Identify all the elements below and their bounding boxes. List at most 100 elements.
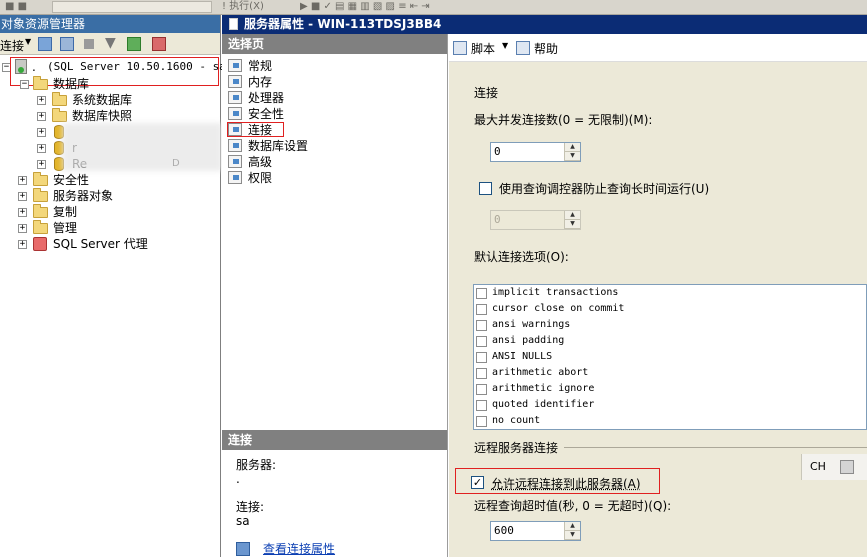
tree-label: 数据库	[53, 77, 90, 91]
option-label: ansi padding	[492, 335, 565, 346]
expand-icon[interactable]: +	[18, 224, 27, 233]
page-item[interactable]: 内存	[228, 74, 272, 90]
expand-icon[interactable]: +	[37, 112, 46, 121]
sql-agent-icon	[33, 237, 47, 251]
default-connection-options-list[interactable]: implicit transactions cursor close on com…	[473, 284, 867, 430]
select-page-pane: 选择页 常规 内存 处理器 安全性 连接 数据库设置 高级 权限 连接 服务器: . 连接: …	[222, 34, 448, 557]
help-icon[interactable]	[516, 41, 530, 55]
option-checkbox[interactable]	[476, 304, 487, 315]
view-connection-properties-link[interactable]: 查看连接属性	[263, 542, 335, 556]
language-bar: CH	[801, 454, 867, 480]
server-properties-title: 服务器属性 - WIN-113TDSJ3BB4	[222, 15, 867, 34]
page-item-label: 安全性	[248, 107, 285, 121]
tree-label: 服务器对象	[53, 189, 114, 203]
option-checkbox[interactable]	[476, 288, 487, 299]
expand-icon[interactable]: +	[37, 96, 46, 105]
connections-section-title: 连接	[474, 86, 499, 100]
expand-icon[interactable]: +	[18, 192, 27, 201]
server-label: 服务器:	[236, 458, 277, 472]
remote-timeout-spinner[interactable]: 600 ▲ ▼	[490, 521, 581, 541]
query-governor-spinner[interactable]: 0 ▲ ▼	[490, 210, 581, 230]
page-item[interactable]: 高级	[228, 154, 272, 170]
spin-down-icon[interactable]: ▼	[565, 152, 580, 161]
option-checkbox[interactable]	[476, 368, 487, 379]
option-label: quoted identifier	[492, 399, 595, 410]
activity-monitor-icon[interactable]	[152, 37, 166, 51]
server-value: .	[236, 472, 240, 486]
page-item-label: 常规	[248, 59, 273, 73]
property-page-icon	[228, 75, 242, 88]
page-item[interactable]: 处理器	[228, 90, 284, 106]
option-checkbox[interactable]	[476, 336, 487, 347]
connect-button[interactable]: 连接	[0, 37, 24, 54]
spinner-value: 0	[494, 213, 501, 226]
allow-remote-highlight	[455, 468, 660, 494]
option-checkbox[interactable]	[476, 352, 487, 363]
page-item[interactable]: 数据库设置	[228, 138, 308, 154]
folder-icon	[33, 188, 48, 202]
query-governor-checkbox[interactable]	[479, 182, 492, 195]
connect-dropdown-icon[interactable]: ▼	[25, 37, 31, 46]
connection-value: sa	[236, 514, 250, 528]
max-connections-label: 最大并发连接数(0 = 无限制)(M):	[474, 113, 653, 127]
tree-label: 复制	[53, 205, 78, 219]
page-item-label: 权限	[248, 171, 273, 185]
language-indicator[interactable]: CH	[810, 460, 826, 473]
section-divider	[564, 447, 867, 448]
server-properties-title-text: 服务器属性 - WIN-113TDSJ3BB4	[244, 17, 442, 31]
option-label: no count	[492, 415, 541, 426]
spin-down-icon[interactable]: ▼	[565, 531, 580, 540]
connection-label: 连接:	[236, 500, 265, 514]
option-checkbox[interactable]	[476, 384, 487, 395]
expand-icon[interactable]: +	[18, 240, 27, 249]
remote-section-title: 远程服务器连接	[474, 441, 559, 455]
folder-icon	[52, 92, 67, 106]
folder-icon	[33, 76, 48, 90]
toolbar-buttons-left[interactable]: ■ ■	[5, 0, 27, 14]
folder-icon	[33, 172, 48, 186]
spin-up-icon[interactable]: ▲	[565, 143, 580, 152]
option-checkbox[interactable]	[476, 416, 487, 427]
tree-label: 系统数据库	[72, 93, 133, 107]
main-toolbar: ■ ■ ! 执行(X) ▶ ■ ✓ ▤ ▦ ▥ ▧ ▨ ≡ ⇤ ⇥	[0, 0, 867, 15]
toolbar-buttons-right[interactable]: ▶ ■ ✓ ▤ ▦ ▥ ▧ ▨ ≡ ⇤ ⇥	[300, 0, 430, 14]
page-item-label: 高级	[248, 155, 273, 169]
page-item[interactable]: 安全性	[228, 106, 284, 122]
script-dropdown-icon[interactable]: ▼	[502, 41, 508, 50]
execute-button[interactable]: ! 执行(X)	[222, 0, 264, 14]
script-icon[interactable]	[453, 41, 467, 55]
spin-up-icon[interactable]: ▲	[565, 522, 580, 531]
option-label: arithmetic abort	[492, 367, 589, 378]
expand-icon[interactable]: +	[37, 128, 46, 137]
keyboard-icon[interactable]	[840, 460, 854, 474]
spin-down-icon[interactable]: ▼	[565, 220, 580, 229]
collapse-icon[interactable]: −	[20, 80, 29, 89]
expand-icon[interactable]: +	[37, 144, 46, 153]
stop-icon[interactable]	[84, 39, 94, 49]
spin-up-icon[interactable]: ▲	[565, 211, 580, 220]
page-item[interactable]: 权限	[228, 170, 272, 186]
help-button[interactable]: 帮助	[534, 40, 558, 57]
expand-icon[interactable]: +	[18, 208, 27, 217]
folder-icon	[33, 220, 48, 234]
expand-icon[interactable]: +	[18, 176, 27, 185]
filter-icon[interactable]: ▼	[105, 35, 116, 51]
page-item[interactable]: 常规	[228, 58, 272, 74]
option-checkbox[interactable]	[476, 400, 487, 411]
connect-explorer-icon[interactable]	[38, 37, 52, 51]
page-item-label: 处理器	[248, 91, 285, 105]
property-page-icon	[228, 139, 242, 152]
database-selector[interactable]	[52, 1, 212, 13]
default-options-label: 默认连接选项(O):	[474, 250, 569, 264]
refresh-icon[interactable]	[127, 37, 141, 51]
script-button[interactable]: 脚本	[471, 40, 495, 57]
object-explorer-toolbar: 连接 ▼ ▼	[0, 33, 220, 55]
tree-label: 管理	[53, 221, 78, 235]
property-page-icon	[228, 59, 242, 72]
connection-header: 连接	[222, 430, 447, 450]
max-connections-spinner[interactable]: 0 ▲ ▼	[490, 142, 581, 162]
expand-icon[interactable]: +	[37, 160, 46, 169]
disconnect-icon[interactable]	[60, 37, 74, 51]
page-item-label: 内存	[248, 75, 273, 89]
option-checkbox[interactable]	[476, 320, 487, 331]
